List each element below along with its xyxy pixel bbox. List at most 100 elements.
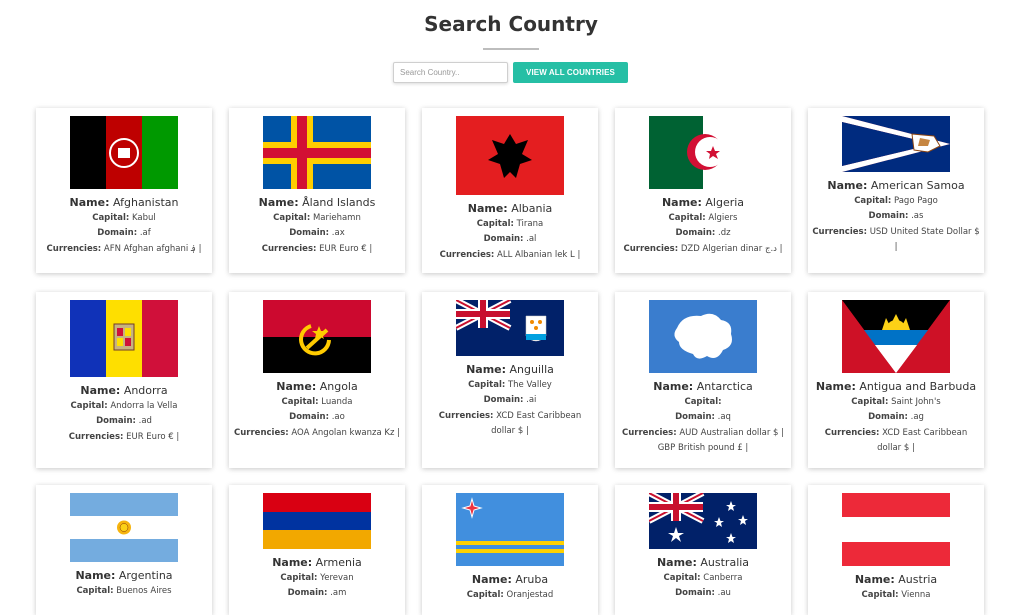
- search-input[interactable]: [393, 62, 508, 83]
- currencies-value: AUD Australian dollar $ | GBP British po…: [657, 427, 785, 454]
- currencies-value: XCD East Caribbean dollar $ |: [877, 427, 968, 454]
- domain-label: Domain:: [289, 228, 330, 238]
- name-label: Name:: [276, 380, 317, 393]
- antarctica-flag-icon: [649, 300, 757, 373]
- capital-value: The Valley: [507, 379, 552, 390]
- capital-label: Capital:: [861, 589, 899, 600]
- domain-value: .au: [717, 588, 731, 598]
- domain-label: Domain:: [675, 228, 716, 238]
- name-label: Name:: [661, 196, 702, 209]
- currencies-value: DZD Algerian dinar د.ج |: [680, 243, 783, 254]
- country-card[interactable]: Name: Åland Islands Capital: Mariehamn D…: [229, 108, 405, 273]
- domain-label: Domain:: [483, 395, 524, 405]
- name-label: Name:: [467, 202, 508, 215]
- country-card[interactable]: Name: Argentina Capital: Buenos Aires: [36, 485, 212, 615]
- capital-label: Capital:: [851, 396, 889, 407]
- country-name: Angola: [319, 380, 358, 393]
- capital-value: Oranjestad: [506, 589, 554, 600]
- american-samoa-flag-icon: [842, 116, 950, 172]
- capital-value: Kabul: [132, 212, 156, 223]
- country-name: Albania: [511, 202, 553, 215]
- capital-label: Capital:: [668, 212, 706, 223]
- capital-label: Capital:: [663, 572, 701, 583]
- domain-label: Domain:: [483, 234, 524, 244]
- country-name: Åland Islands: [302, 196, 376, 209]
- country-name: Anguilla: [509, 363, 554, 376]
- country-card[interactable]: Name: Antarctica Capital: Domain: .aq Cu…: [615, 292, 791, 468]
- country-name: Armenia: [315, 556, 362, 569]
- capital-value: Algiers: [708, 212, 738, 223]
- domain-label: Domain:: [96, 416, 136, 426]
- armenia-flag-icon: [263, 493, 371, 549]
- country-card[interactable]: Name: Austria Capital: Vienna: [808, 485, 984, 615]
- capital-value: Andorra la Vella: [110, 400, 178, 411]
- currencies-label: Currencies:: [68, 431, 124, 442]
- currencies-label: Currencies:: [438, 410, 494, 421]
- capital-label: Capital:: [280, 572, 318, 583]
- currencies-value: ALL Albanian lek L |: [497, 249, 581, 260]
- country-card[interactable]: Name: American Samoa Capital: Pago Pago …: [808, 108, 984, 273]
- country-card[interactable]: Name: Aruba Capital: Oranjestad: [422, 485, 598, 615]
- page-title: Search Country: [424, 12, 598, 36]
- country-card[interactable]: Name: Afghanistan Capital: Kabul Domain:…: [36, 108, 212, 273]
- name-label: Name:: [471, 573, 512, 586]
- currencies-label: Currencies:: [46, 243, 102, 254]
- currencies-label: Currencies:: [812, 226, 867, 237]
- currencies-value: EUR Euro € |: [319, 243, 373, 254]
- capital-value: Luanda: [321, 396, 353, 407]
- capital-value: Yerevan: [320, 572, 354, 583]
- domain-label: Domain:: [675, 412, 715, 422]
- name-label: Name:: [656, 556, 697, 569]
- domain-value: .dz: [718, 228, 731, 238]
- name-label: Name:: [258, 196, 299, 209]
- domain-label: Domain:: [868, 412, 908, 422]
- currencies-value: AOA Angolan kwanza Kz |: [291, 427, 400, 438]
- country-card[interactable]: Name: Andorra Capital: Andorra la Vella …: [36, 292, 212, 468]
- capital-label: Capital:: [684, 396, 722, 407]
- capital-value: Vienna: [901, 589, 931, 600]
- australia-flag-icon: [649, 493, 757, 549]
- capital-value: Saint John's: [891, 396, 941, 407]
- domain-value: .aq: [717, 412, 731, 422]
- domain-value: .af: [139, 228, 151, 238]
- country-name: Antigua and Barbuda: [859, 380, 977, 393]
- country-name: American Samoa: [870, 179, 965, 192]
- anguilla-flag-icon: [456, 300, 564, 356]
- angola-flag-icon: [263, 300, 371, 373]
- currencies-label: Currencies:: [261, 243, 317, 254]
- currencies-value: EUR Euro € |: [126, 431, 180, 442]
- capital-label: Capital:: [476, 218, 514, 229]
- view-all-countries-button[interactable]: VIEW ALL COUNTRIES: [513, 62, 628, 83]
- country-card[interactable]: Name: Australia Capital: Canberra Domain…: [615, 485, 791, 615]
- country-card[interactable]: Name: Albania Capital: Tirana Domain: .a…: [422, 108, 598, 273]
- domain-value: .ad: [138, 416, 152, 426]
- country-name: Afghanistan: [112, 196, 179, 209]
- country-card[interactable]: Name: Armenia Capital: Yerevan Domain: .…: [229, 485, 405, 615]
- currencies-value: USD United State Dollar $ |: [869, 226, 980, 253]
- country-card[interactable]: Name: Anguilla Capital: The Valley Domai…: [422, 292, 598, 468]
- capital-value: Tirana: [516, 218, 544, 229]
- country-card[interactable]: Name: Algeria Capital: Algiers Domain: .…: [615, 108, 791, 273]
- country-card[interactable]: Name: Angola Capital: Luanda Domain: .ao…: [229, 292, 405, 468]
- name-label: Name:: [827, 179, 868, 192]
- country-name: Algeria: [705, 196, 745, 209]
- capital-label: Capital:: [92, 212, 130, 223]
- currencies-label: Currencies:: [234, 427, 289, 438]
- domain-label: Domain:: [287, 588, 328, 598]
- currencies-value: AFN Afghan afghani ؋ |: [103, 243, 202, 254]
- currencies-label: Currencies:: [621, 427, 677, 438]
- capital-value: Mariehamn: [312, 212, 361, 223]
- currencies-label: Currencies:: [439, 249, 495, 260]
- domain-label: Domain:: [289, 412, 330, 422]
- currencies-label: Currencies:: [623, 243, 679, 254]
- capital-value: Buenos Aires: [116, 585, 172, 596]
- country-name: Australia: [700, 556, 750, 569]
- domain-value: .as: [911, 211, 924, 221]
- name-label: Name:: [466, 363, 507, 376]
- domain-label: Domain:: [868, 211, 909, 221]
- capital-label: Capital:: [468, 379, 506, 390]
- country-card[interactable]: Name: Antigua and Barbuda Capital: Saint…: [808, 292, 984, 468]
- name-label: Name:: [815, 380, 856, 393]
- country-name: Argentina: [118, 569, 173, 582]
- name-label: Name:: [653, 380, 694, 393]
